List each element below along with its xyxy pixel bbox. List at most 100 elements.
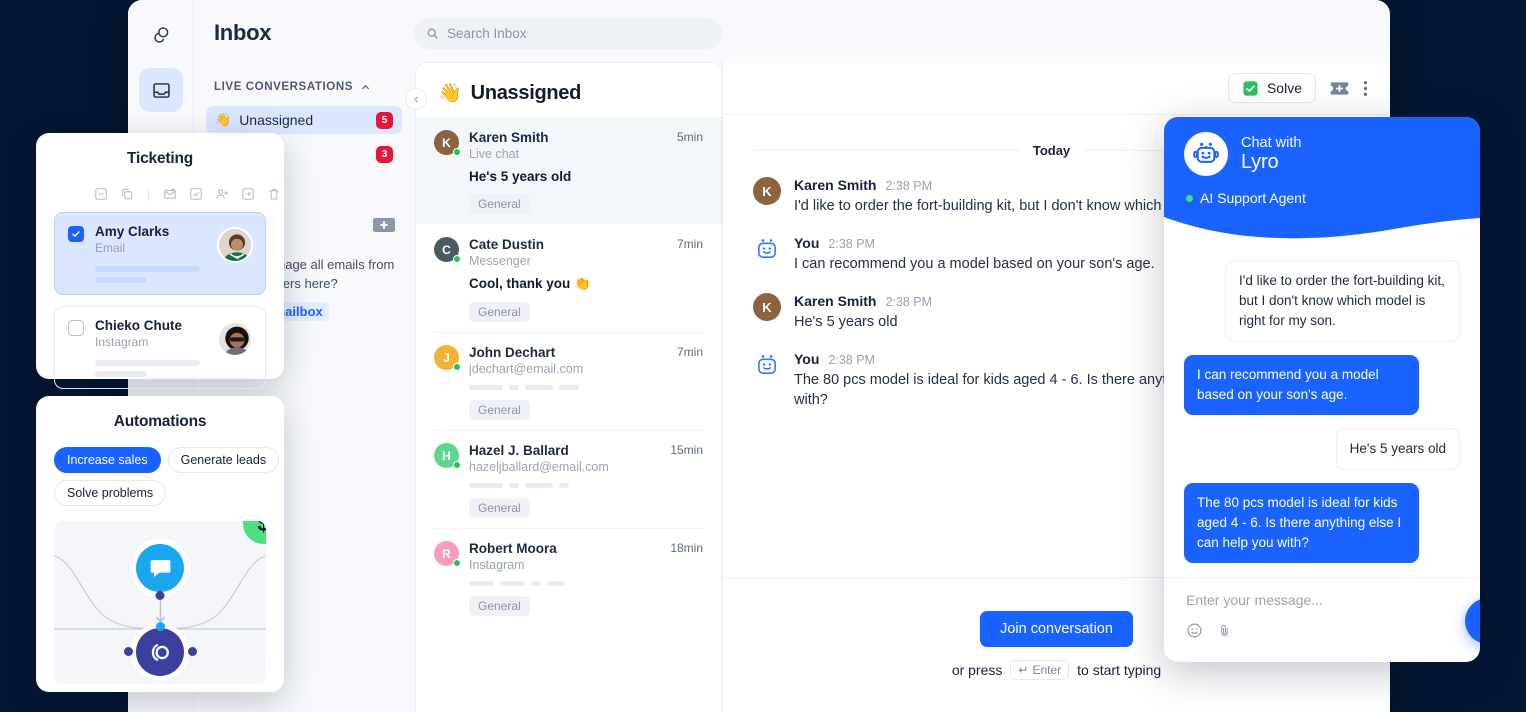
solve-button[interactable]: Solve — [1227, 73, 1316, 103]
add-ticket-icon[interactable] — [1329, 80, 1350, 97]
sidebar-item-badge: 3 — [376, 145, 393, 163]
lyro-message-row: I can recommend you a model based on you… — [1184, 355, 1460, 415]
avatar: K — [753, 293, 781, 321]
lyro-bubble-bot: I can recommend you a model based on you… — [1184, 355, 1419, 415]
online-dot-icon — [453, 148, 461, 156]
page-title: Inbox — [214, 20, 272, 45]
timestamp: 7min — [676, 345, 703, 359]
placeholder-bar — [95, 371, 147, 377]
chat-bubble-icon — [150, 559, 170, 577]
mail-plus-icon[interactable] — [163, 187, 177, 201]
message-time: 2:38 PM — [885, 295, 933, 309]
trash-icon[interactable] — [267, 187, 281, 201]
solve-label: Solve — [1266, 80, 1302, 96]
hint-prefix: or press — [951, 661, 1003, 678]
check-icon — [72, 231, 80, 237]
flow-node-action[interactable] — [136, 628, 184, 676]
list-item[interactable]: H Hazel J. Ballard hazeljballard@email.c… — [416, 430, 721, 528]
avatar-initial: C — [442, 242, 451, 257]
inbox-icon — [152, 82, 170, 98]
check-square-icon — [1243, 80, 1258, 96]
online-dot-icon — [453, 461, 461, 469]
preview-placeholder — [469, 385, 703, 390]
chip-solve-problems[interactable]: Solve problems — [54, 480, 167, 506]
flow-node-trigger[interactable] — [136, 544, 184, 592]
sidebar-item-unassigned[interactable]: 👋 Unassigned 5 — [206, 106, 402, 134]
sidebar-section-header[interactable]: LIVE CONVERSATIONS — [214, 81, 394, 93]
lyro-header: Chat with Lyro AI Support Agent — [1164, 117, 1480, 243]
automations-title: Automations — [113, 413, 207, 430]
paperclip-icon[interactable] — [1217, 622, 1232, 639]
lyro-chat-widget: Chat with Lyro AI Support Agent I'd like… — [1164, 117, 1480, 662]
timestamp: 18min — [670, 541, 703, 555]
ticket-checkbox[interactable] — [68, 226, 84, 242]
minus-box-icon[interactable] — [94, 187, 108, 201]
lyro-message-row: The 80 pcs model is ideal for kids aged … — [1184, 483, 1460, 563]
lyro-avatar — [1184, 132, 1228, 176]
message-author: You — [794, 235, 820, 251]
enter-key-badge: ↵ Enter — [1010, 659, 1070, 680]
ticketing-card: Ticketing Amy Clarks Email Chieko Chute … — [36, 133, 284, 389]
collapse-panel-button[interactable] — [405, 88, 427, 110]
join-conversation-button[interactable]: Join conversation — [980, 610, 1133, 647]
rail-item-inbox[interactable] — [139, 68, 183, 112]
automations-filters: Increase sales Generate leads Solve prob… — [36, 431, 284, 506]
tag-badge: General — [469, 302, 530, 322]
lyro-message-row: He's 5 years old — [1184, 428, 1460, 470]
ticket-checkbox[interactable] — [68, 320, 84, 336]
conversation-list-title: Unassigned — [470, 81, 582, 104]
bot-avatar — [753, 351, 781, 379]
lyro-messages: I'd like to order the fort-building kit,… — [1164, 242, 1480, 587]
flow-connector-dot — [156, 622, 165, 631]
emoji-smiley-icon[interactable] — [1186, 622, 1203, 639]
tag-badge: General — [469, 400, 530, 420]
list-item[interactable]: C Cate Dustin Messenger 7min Cool, thank… — [416, 224, 721, 332]
flow-connector-dot — [124, 647, 133, 656]
online-dot-icon — [453, 255, 461, 263]
robot-icon — [1193, 142, 1219, 163]
message-author: Karen Smith — [794, 293, 877, 309]
list-item[interactable]: K Karen Smith Live chat 5min He's 5 year… — [416, 117, 721, 224]
chip-increase-sales[interactable]: Increase sales — [54, 447, 161, 473]
list-item[interactable]: J John Dechart jdechart@email.com 7min G… — [416, 332, 721, 430]
placeholder-bar — [95, 360, 200, 366]
automation-flow-canvas[interactable]: $ — [54, 521, 266, 684]
timestamp: 7min — [676, 237, 703, 251]
chevron-left-icon — [413, 95, 418, 103]
copy-icon[interactable] — [120, 187, 134, 201]
lyro-message-input[interactable]: Enter your message... — [1164, 578, 1480, 608]
ticket-row-selected[interactable]: Amy Clarks Email — [54, 212, 266, 295]
channel-label: Messenger — [469, 254, 531, 268]
message-time: 2:38 PM — [885, 179, 933, 193]
placeholder-bar — [95, 266, 200, 272]
more-vertical-icon[interactable] — [1363, 79, 1368, 98]
list-item[interactable]: R Robert Moora Instagram 18min General — [416, 528, 721, 626]
move-to-icon[interactable] — [241, 187, 255, 201]
online-dot-icon — [1186, 194, 1193, 202]
robot-icon — [758, 239, 776, 258]
message-time: 2:38 PM — [828, 353, 875, 367]
message-preview: He's 5 years old — [469, 169, 572, 184]
contact-name: Hazel J. Ballard — [469, 443, 569, 458]
send-paper-plane-icon — [1479, 615, 1480, 627]
message-author: Karen Smith — [794, 177, 877, 193]
lyro-bubble-visitor: I'd like to order the fort-building kit,… — [1225, 260, 1460, 342]
lyro-chat-with-label: Chat with — [1241, 134, 1302, 151]
search-input[interactable]: Search Inbox — [414, 18, 722, 49]
check-box-icon[interactable] — [189, 187, 203, 201]
chevron-up-icon — [361, 84, 370, 89]
avatar-initial: J — [443, 350, 450, 365]
keyboard-hint: or press ↵ Enter to start typing — [951, 659, 1161, 680]
avatar: R — [434, 541, 461, 567]
lyro-identity: Chat with Lyro — [1164, 117, 1480, 176]
user-plus-icon[interactable] — [215, 187, 229, 201]
preview-placeholder — [469, 581, 703, 586]
ticket-row[interactable]: Chieko Chute Instagram — [54, 306, 266, 389]
flow-connector-dot — [188, 647, 197, 656]
chip-generate-leads[interactable]: Generate leads — [167, 447, 280, 473]
tag-badge: General — [469, 194, 530, 214]
bot-avatar — [753, 235, 781, 263]
message-author: You — [794, 351, 820, 367]
avatar-initial: K — [762, 299, 772, 315]
rail-item-brand[interactable] — [139, 12, 183, 56]
